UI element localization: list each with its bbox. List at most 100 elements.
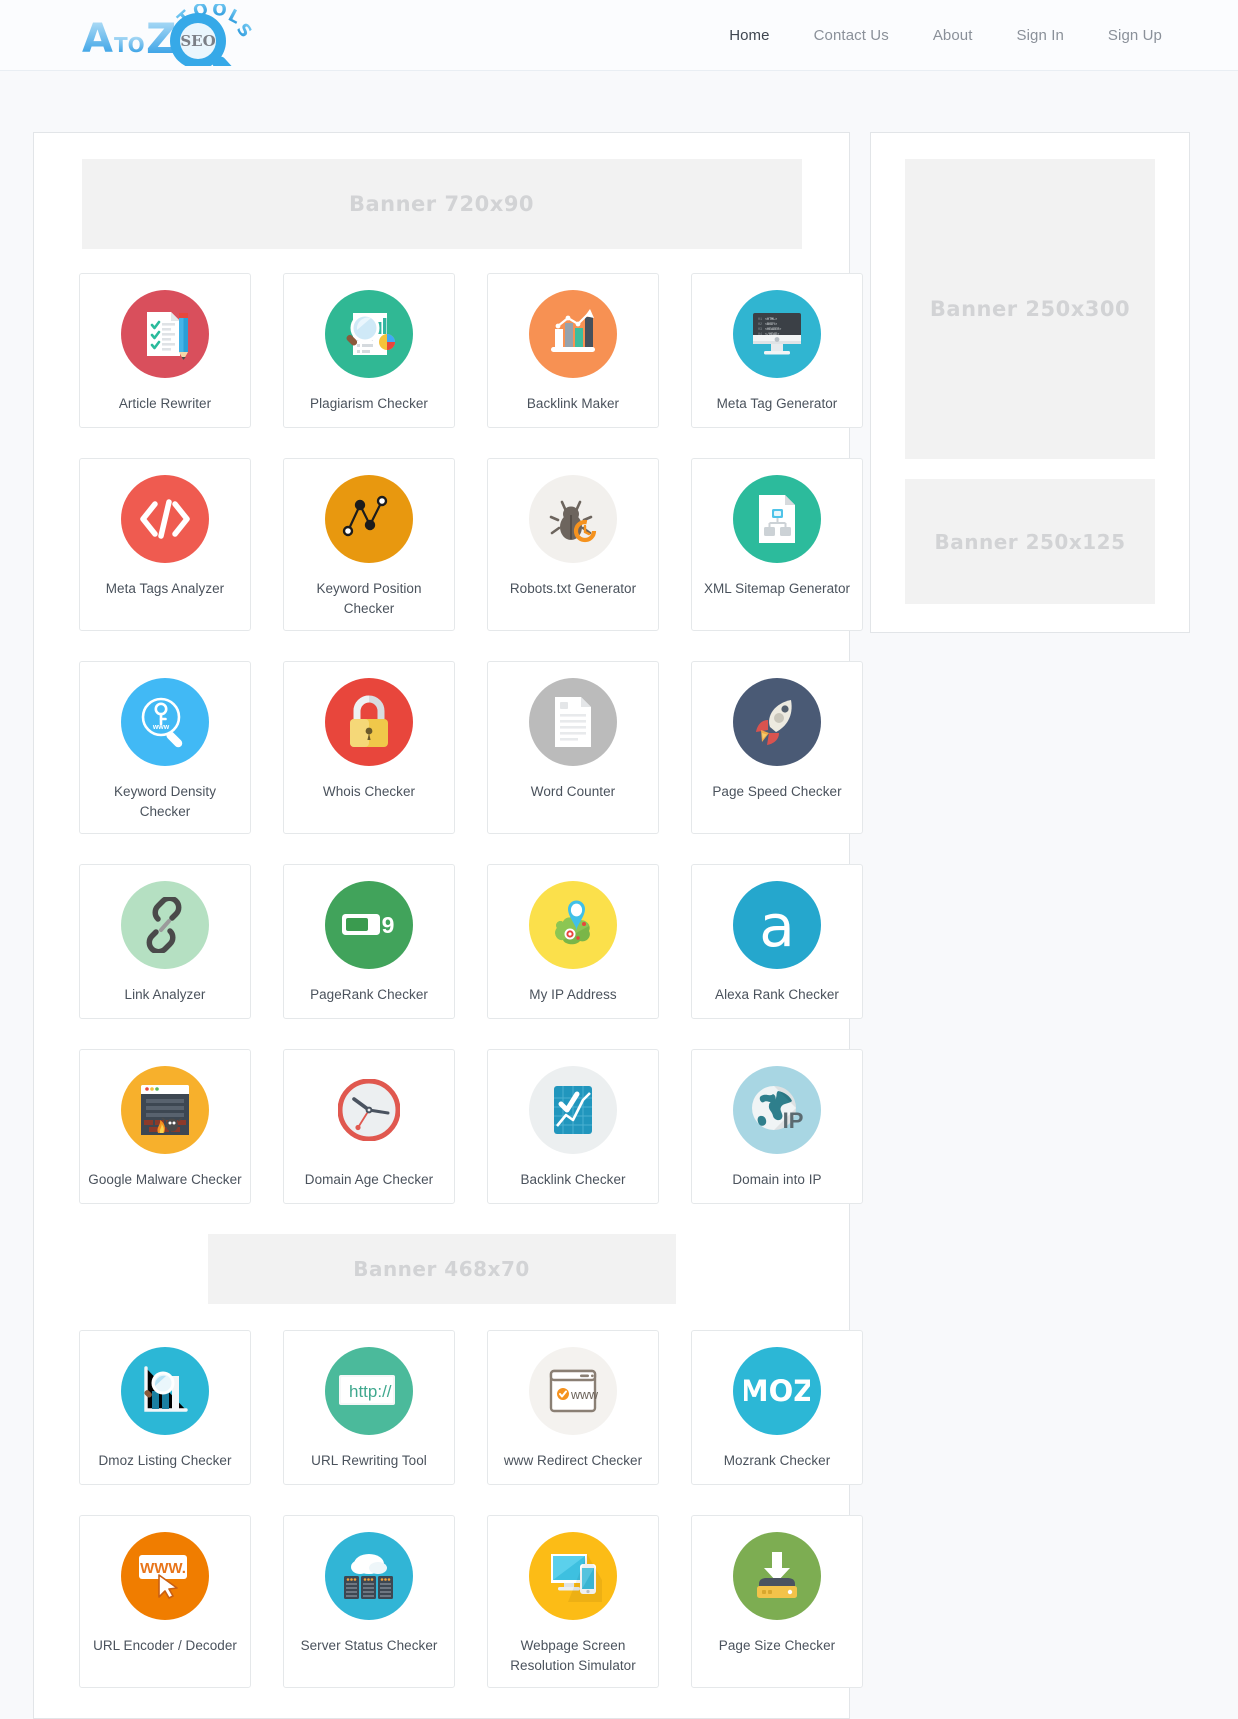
tool-card[interactable]: My IP Address — [487, 864, 659, 1020]
tool-card[interactable]: a Alexa Rank Checker — [691, 864, 863, 1020]
site-header: T O O L S A TO Z SEO Home Contact Us Abo… — [0, 0, 1238, 71]
svg-text:www: www — [152, 724, 170, 731]
nav-item-contact-us[interactable]: Contact Us — [792, 0, 911, 71]
google-malware-checker-icon — [121, 1066, 209, 1155]
main-navigation: Home Contact Us About Sign In Sign Up — [707, 0, 1184, 71]
tool-card-label: Server Status Checker — [300, 1638, 438, 1654]
keyword-density-checker-icon: www — [121, 678, 209, 767]
tool-card-label: Robots.txt Generator — [509, 581, 637, 596]
tool-card[interactable]: Keyword Position Checker — [283, 458, 455, 632]
svg-text:02: 02 — [758, 323, 762, 327]
backlink-checker-icon — [529, 1066, 617, 1155]
tool-card[interactable]: Server Status Checker — [283, 1515, 455, 1689]
dmoz-listing-checker-icon — [121, 1347, 209, 1436]
article-rewriter-icon — [121, 290, 209, 378]
tool-card[interactable]: www. www Redirect Checker — [487, 1330, 659, 1486]
sidebar-panel: Banner 250x300 Banner 250x125 — [870, 132, 1190, 633]
robots-txt-generator-icon — [529, 475, 617, 563]
page-body: Banner 720x90 Article Rewriter Plagiaris… — [0, 71, 1238, 1719]
tool-card[interactable]: Whois Checker — [283, 661, 455, 835]
tool-card[interactable]: IP Domain into IP — [691, 1049, 863, 1205]
tool-card-label: Word Counter — [530, 784, 616, 800]
whois-checker-icon — [325, 678, 413, 767]
tool-card[interactable]: Backlink Checker — [487, 1049, 659, 1205]
tool-card-label: Whois Checker — [322, 784, 416, 800]
tool-card[interactable]: 01 <HTML> 02 <BODY> 03 <HEADER> 04 </HEAD> Me… — [691, 273, 863, 428]
banner-sidebar-250x125[interactable]: Banner 250x125 — [905, 479, 1155, 604]
domain-into-ip-icon: IP — [733, 1066, 821, 1155]
tool-card[interactable]: Backlink Maker — [487, 273, 659, 428]
my-ip-address-icon — [529, 881, 617, 970]
svg-text:a: a — [759, 894, 795, 956]
svg-text:<HEADER>: <HEADER> — [765, 327, 781, 332]
tool-card-label: Keyword Density Checker — [113, 784, 217, 819]
tool-card-label: Page Size Checker — [718, 1638, 836, 1654]
tool-card-label: XML Sitemap Generator — [703, 581, 851, 596]
tool-card-label: URL Encoder / Decoder — [93, 1638, 237, 1654]
url-encoder-decoder-icon: WWW. — [121, 1532, 209, 1621]
tool-card[interactable]: Webpage Screen Resolution Simulator — [487, 1515, 659, 1689]
tool-card[interactable]: www Keyword Density Checker — [79, 661, 251, 835]
tool-card-label: PageRank Checker — [310, 987, 428, 1003]
nav-item-sign-up[interactable]: Sign Up — [1086, 0, 1184, 71]
tool-card-label: Meta Tags Analyzer — [105, 581, 225, 596]
svg-text:TO: TO — [114, 33, 145, 57]
svg-text:IP: IP — [783, 1108, 804, 1133]
page-speed-checker-icon — [733, 678, 821, 767]
tool-card[interactable]: Google Malware Checker — [79, 1049, 251, 1205]
page-size-checker-icon — [733, 1532, 821, 1621]
mozrank-checker-icon: MOZ — [733, 1347, 821, 1436]
tool-card[interactable]: Dmoz Listing Checker — [79, 1330, 251, 1486]
tool-card[interactable]: WWW. URL Encoder / Decoder — [79, 1515, 251, 1689]
tool-card[interactable]: Domain Age Checker — [283, 1049, 455, 1205]
tool-card-label: Meta Tag Generator — [716, 396, 838, 411]
site-logo[interactable]: T O O L S A TO Z SEO — [80, 4, 255, 66]
tool-card-label: Google Malware Checker — [88, 1172, 242, 1188]
meta-tags-analyzer-icon — [121, 475, 209, 563]
tool-grid-secondary: Dmoz Listing Checker http:// URL Rewritin… — [79, 1330, 863, 1689]
banner-sidebar-250x300[interactable]: Banner 250x300 — [905, 159, 1155, 459]
server-status-checker-icon — [325, 1532, 413, 1621]
tool-card[interactable]: Word Counter — [487, 661, 659, 835]
tool-card-label: Dmoz Listing Checker — [98, 1453, 232, 1469]
tool-card[interactable]: Page Size Checker — [691, 1515, 863, 1689]
tool-card-label: My IP Address — [529, 987, 617, 1003]
tool-grid-primary: Article Rewriter Plagiarism Checker Back… — [79, 273, 863, 1205]
tool-card[interactable]: Plagiarism Checker — [283, 273, 455, 428]
tool-card[interactable]: Page Speed Checker — [691, 661, 863, 835]
tool-card[interactable]: Meta Tags Analyzer — [79, 458, 251, 632]
svg-text:<BODY>: <BODY> — [765, 322, 777, 327]
banner-top-720x90[interactable]: Banner 720x90 — [81, 159, 802, 249]
alexa-rank-checker-icon: a — [733, 881, 821, 970]
svg-text:01: 01 — [758, 318, 762, 322]
tool-card[interactable]: http:// URL Rewriting Tool — [283, 1330, 455, 1486]
svg-text:SEO: SEO — [180, 32, 215, 50]
main-content-panel: Banner 720x90 Article Rewriter Plagiaris… — [33, 132, 863, 1719]
tool-card[interactable]: XML Sitemap Generator — [691, 458, 863, 632]
tool-card[interactable]: 9 PageRank Checker — [283, 864, 455, 1020]
atoz-seo-tools-logo-icon: T O O L S A TO Z SEO — [82, 4, 255, 66]
tool-card-label: Keyword Position Checker — [316, 581, 422, 616]
nav-item-about[interactable]: About — [911, 0, 995, 71]
nav-item-home[interactable]: Home — [707, 0, 791, 71]
svg-text:http://: http:// — [349, 1382, 392, 1401]
www-redirect-checker-icon: www. — [529, 1347, 617, 1436]
domain-age-checker-icon — [325, 1066, 413, 1155]
tool-card[interactable]: Article Rewriter — [79, 273, 251, 428]
tool-card-label: Backlink Maker — [526, 396, 620, 411]
tool-card-label: Backlink Checker — [520, 1172, 626, 1188]
svg-text:9: 9 — [382, 912, 395, 938]
meta-tag-generator-icon: 01 <HTML> 02 <BODY> 03 <HEADER> 04 </HEAD> — [733, 290, 821, 378]
svg-text:04: 04 — [758, 333, 762, 337]
tool-card-label: Domain Age Checker — [304, 1172, 434, 1188]
xml-sitemap-generator-icon — [733, 475, 821, 563]
tool-card[interactable]: MOZ Mozrank Checker — [691, 1330, 863, 1486]
banner-mid-468x70[interactable]: Banner 468x70 — [207, 1234, 676, 1305]
keyword-position-checker-icon — [325, 475, 413, 563]
tool-card[interactable]: Robots.txt Generator — [487, 458, 659, 632]
svg-text:<HTML>: <HTML> — [765, 317, 777, 322]
tool-card[interactable]: Link Analyzer — [79, 864, 251, 1020]
tool-card-label: Plagiarism Checker — [310, 396, 428, 411]
nav-item-sign-in[interactable]: Sign In — [995, 0, 1086, 71]
tool-card-label: Webpage Screen Resolution Simulator — [510, 1638, 636, 1673]
